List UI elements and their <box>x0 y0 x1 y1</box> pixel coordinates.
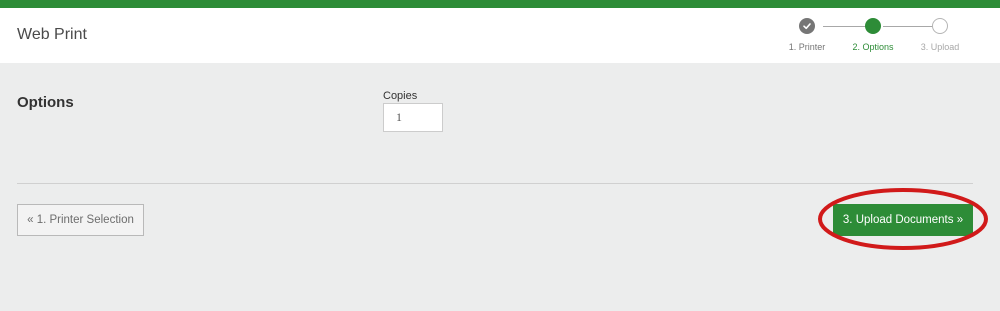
step-upload: 3. Upload <box>905 18 975 52</box>
progress-steps: 1. Printer 2. Options 3. Upload <box>780 18 980 63</box>
step-label: 2. Options <box>852 42 894 52</box>
step-printer: 1. Printer <box>772 18 842 52</box>
top-accent-bar <box>0 0 1000 8</box>
check-icon <box>799 18 815 34</box>
active-step-icon <box>865 18 881 34</box>
back-button[interactable]: « 1. Printer Selection <box>17 204 144 236</box>
step-options: 2. Options <box>838 18 908 52</box>
step-label: 1. Printer <box>788 42 826 52</box>
section-title: Options <box>17 94 74 111</box>
upload-documents-button[interactable]: 3. Upload Documents » <box>833 204 973 236</box>
copies-input[interactable] <box>383 103 443 132</box>
app-title: Web Print <box>17 26 87 43</box>
step-label: 3. Upload <box>920 42 960 52</box>
pending-step-icon <box>932 18 948 34</box>
copies-label: Copies <box>383 90 418 102</box>
header: Web Print 1. Printer 2. Options 3. Uploa… <box>0 8 1000 63</box>
divider <box>17 183 973 184</box>
